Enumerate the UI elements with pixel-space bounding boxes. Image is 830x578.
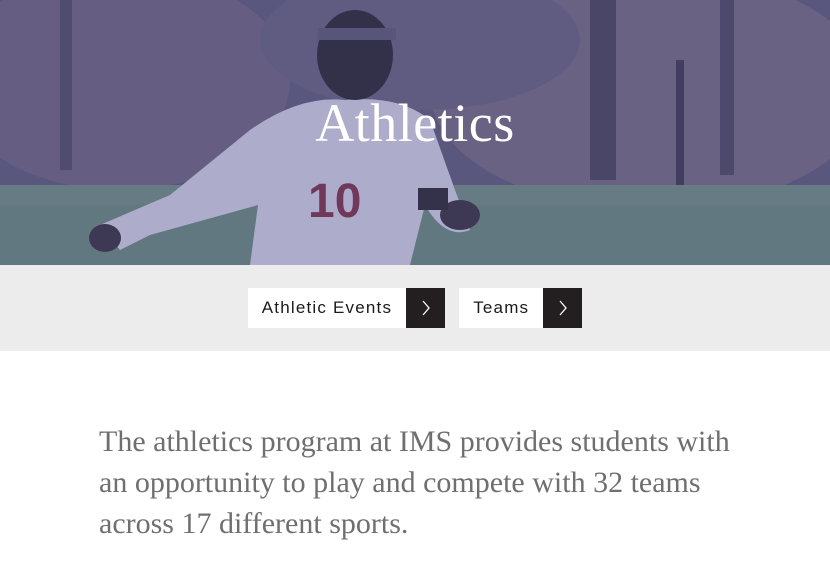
intro-section: The athletics program at IMS provides st…: [0, 351, 830, 544]
teams-label: Teams: [459, 288, 544, 328]
hero-banner: 10 Athletics: [0, 0, 830, 265]
athletic-events-button[interactable]: Athletic Events: [247, 288, 446, 328]
section-subnav: Athletic Events Teams: [0, 265, 830, 351]
chevron-right-icon[interactable]: [543, 288, 583, 328]
athletic-events-label: Athletic Events: [247, 288, 407, 328]
page-title: Athletics: [315, 93, 515, 153]
teams-button[interactable]: Teams: [459, 288, 583, 328]
intro-paragraph: The athletics program at IMS provides st…: [99, 425, 730, 540]
chevron-right-icon[interactable]: [406, 288, 446, 328]
